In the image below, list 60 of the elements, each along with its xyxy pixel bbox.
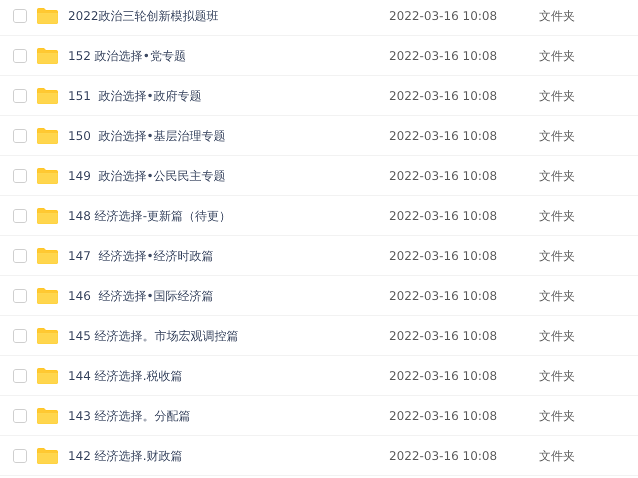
modified-date: 2022-03-16 10:08	[389, 48, 498, 64]
folder-icon	[37, 408, 58, 424]
checkbox[interactable]	[13, 88, 27, 102]
file-type: 文件夹	[539, 48, 575, 64]
file-type: 文件夹	[539, 368, 575, 384]
file-name[interactable]: 2022政治三轮创新模拟题班	[68, 6, 389, 24]
file-name[interactable]: 145 经济选择。市场宏观调控篇	[68, 326, 389, 344]
file-type: 文件夹	[539, 448, 575, 464]
checkbox[interactable]	[13, 208, 27, 222]
modified-date: 2022-03-16 10:08	[389, 448, 498, 464]
file-name[interactable]: 150 政治选择•基层治理专题	[68, 126, 389, 144]
file-name[interactable]: 143 经济选择。分配篇	[68, 406, 389, 424]
checkbox[interactable]	[13, 48, 27, 62]
file-name[interactable]: 147 经济选择•经济时政篇	[68, 246, 389, 264]
file-type: 文件夹	[539, 408, 575, 424]
checkbox[interactable]	[13, 408, 27, 422]
modified-date: 2022-03-16 10:08	[389, 168, 498, 184]
file-name[interactable]: 151 政治选择•政府专题	[68, 86, 389, 104]
file-type: 文件夹	[539, 288, 575, 304]
file-type: 文件夹	[539, 168, 575, 184]
file-name[interactable]: 149 政治选择•公民民主专题	[68, 166, 389, 184]
folder-icon	[37, 248, 58, 264]
folder-icon	[37, 368, 58, 384]
file-name[interactable]: 144 经济选择.税收篇	[68, 366, 389, 384]
checkbox[interactable]	[13, 448, 27, 462]
folder-icon	[37, 168, 58, 184]
file-name[interactable]: 148 经济选择-更新篇（待更）	[68, 206, 389, 224]
folder-icon	[37, 8, 58, 24]
file-type: 文件夹	[539, 328, 575, 344]
folder-icon	[37, 288, 58, 304]
checkbox[interactable]	[13, 248, 27, 262]
file-type: 文件夹	[539, 248, 575, 264]
file-type: 文件夹	[539, 128, 575, 144]
modified-date: 2022-03-16 10:08	[389, 88, 498, 104]
checkbox[interactable]	[13, 368, 27, 382]
folder-icon	[37, 328, 58, 344]
modified-date: 2022-03-16 10:08	[389, 8, 498, 24]
modified-date: 2022-03-16 10:08	[389, 328, 498, 344]
file-name[interactable]: 142 经济选择.财政篇	[68, 446, 389, 464]
file-type: 文件夹	[539, 8, 575, 24]
folder-icon	[37, 48, 58, 64]
checkbox[interactable]	[13, 328, 27, 342]
modified-date: 2022-03-16 10:08	[389, 408, 498, 424]
modified-date: 2022-03-16 10:08	[389, 288, 498, 304]
file-name[interactable]: 152 政治选择•党专题	[68, 46, 389, 64]
modified-date: 2022-03-16 10:08	[389, 368, 498, 384]
checkbox[interactable]	[13, 168, 27, 182]
folder-icon	[37, 88, 58, 104]
checkbox[interactable]	[13, 288, 27, 302]
modified-date: 2022-03-16 10:08	[389, 208, 498, 224]
checkbox[interactable]	[13, 128, 27, 142]
folder-icon	[37, 208, 58, 224]
folder-icon	[37, 128, 58, 144]
file-type: 文件夹	[539, 88, 575, 104]
folder-icon	[37, 448, 58, 464]
modified-date: 2022-03-16 10:08	[389, 248, 498, 264]
file-type: 文件夹	[539, 208, 575, 224]
checkbox[interactable]	[13, 8, 27, 22]
modified-date: 2022-03-16 10:08	[389, 128, 498, 144]
file-name[interactable]: 146 经济选择•国际经济篇	[68, 286, 389, 304]
